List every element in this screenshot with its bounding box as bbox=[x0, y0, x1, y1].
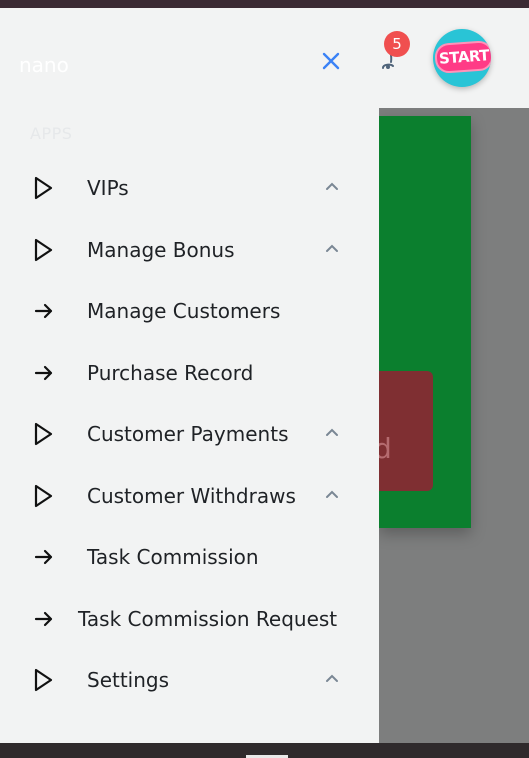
sidebar-item-manage-bonus[interactable]: Manage Bonus bbox=[0, 226, 379, 274]
sidebar-item-label: Settings bbox=[87, 668, 170, 692]
play-outline-icon bbox=[33, 175, 55, 201]
brand-name: nano bbox=[19, 53, 69, 77]
sidebar-item-task-commission[interactable]: Task Commission bbox=[0, 533, 379, 581]
start-avatar[interactable]: START bbox=[433, 29, 491, 87]
sidebar-item-customer-withdraws[interactable]: Customer Withdraws bbox=[0, 472, 379, 520]
sidebar-item-label: Customer Withdraws bbox=[87, 484, 296, 508]
play-outline-icon bbox=[33, 237, 55, 263]
sidebar-item-label: Task Commission bbox=[87, 545, 259, 569]
chevron-up-icon[interactable] bbox=[323, 240, 341, 258]
arrow-right-icon bbox=[33, 544, 55, 570]
chevron-up-icon[interactable] bbox=[323, 670, 341, 688]
arrow-right-icon bbox=[33, 360, 55, 386]
sidebar-drawer: APPS VIPs Manage Bonus Manage Customers … bbox=[0, 108, 379, 743]
chevron-up-icon[interactable] bbox=[323, 486, 341, 504]
sidebar-item-vips[interactable]: VIPs bbox=[0, 164, 379, 212]
arrow-right-icon bbox=[33, 298, 55, 324]
sidebar-item-settings[interactable]: Settings bbox=[0, 656, 379, 704]
sidebar-item-purchase-record[interactable]: Purchase Record bbox=[0, 349, 379, 397]
sidebar-item-label: Purchase Record bbox=[87, 361, 254, 385]
notification-badge: 5 bbox=[384, 31, 410, 57]
status-bar bbox=[0, 0, 529, 8]
close-button[interactable] bbox=[320, 50, 342, 72]
sidebar-item-label: Manage Bonus bbox=[87, 238, 235, 262]
chevron-up-icon[interactable] bbox=[323, 424, 341, 442]
section-label-apps: APPS bbox=[30, 124, 73, 143]
sidebar-item-label: VIPs bbox=[87, 176, 129, 200]
close-icon bbox=[322, 52, 340, 70]
chevron-up-icon[interactable] bbox=[323, 178, 341, 196]
sidebar-item-label: Manage Customers bbox=[87, 299, 281, 323]
sidebar-item-customer-payments[interactable]: Customer Payments bbox=[0, 410, 379, 458]
play-outline-icon bbox=[33, 421, 55, 447]
play-outline-icon bbox=[33, 667, 55, 693]
sidebar-item-task-commission-request[interactable]: Task Commission Request bbox=[0, 595, 379, 643]
start-logo-text: START bbox=[438, 46, 490, 68]
start-logo: START bbox=[434, 40, 491, 74]
sidebar-item-label: Task Commission Request bbox=[78, 607, 338, 631]
play-outline-icon bbox=[33, 483, 55, 509]
arrow-right-icon bbox=[33, 606, 55, 632]
sidebar-item-label: Customer Payments bbox=[87, 422, 289, 446]
sidebar-item-manage-customers[interactable]: Manage Customers bbox=[0, 287, 379, 335]
